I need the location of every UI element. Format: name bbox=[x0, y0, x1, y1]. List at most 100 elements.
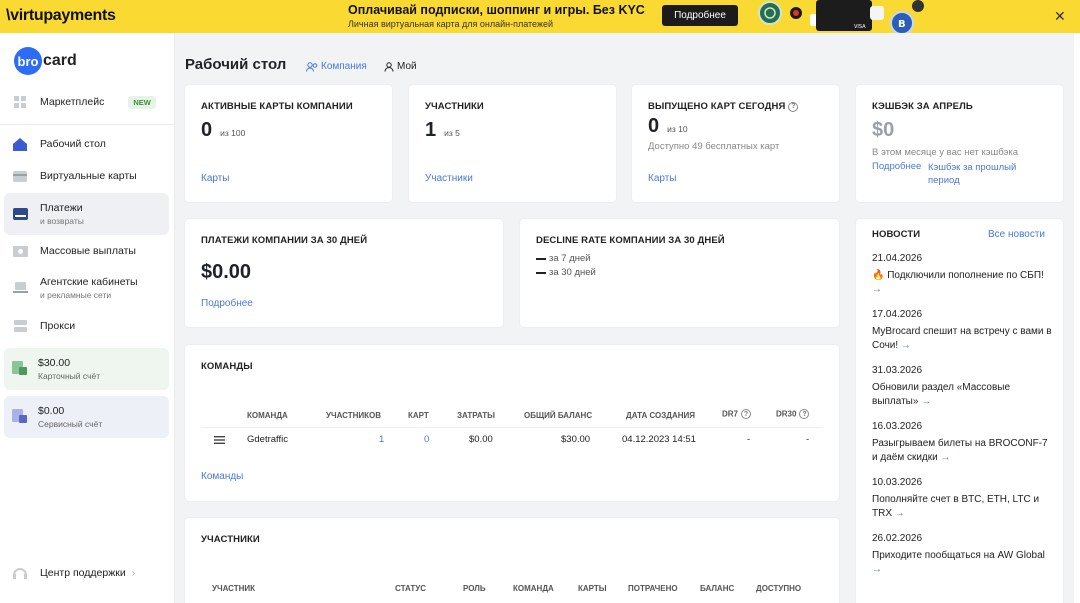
sidebar-item-mass-payouts[interactable]: Массовые выплаты bbox=[4, 237, 169, 265]
news-item[interactable]: 🔥 Подключили пополнение по СБП! → bbox=[872, 269, 1052, 297]
card-account[interactable]: $30.00 Карточный счёт bbox=[4, 348, 169, 390]
column-header-dr30: DR30? bbox=[776, 409, 810, 419]
server-icon bbox=[12, 319, 28, 333]
service-account-amount: $0.00 bbox=[38, 405, 65, 417]
column-header: СТАТУС bbox=[395, 584, 426, 593]
news-title: НОВОСТИ bbox=[872, 229, 921, 240]
news-item[interactable]: Разыгрываем билеты на BROCONF-7 и даём с… bbox=[872, 437, 1052, 465]
legend-30d: за 30 дней bbox=[536, 267, 596, 278]
news-item[interactable]: MyBrocard спешит на встречу с вами в Соч… bbox=[872, 325, 1052, 353]
column-header: ОБЩИЙ БАЛАНС bbox=[524, 411, 593, 420]
sidebar-item-label: Прокси bbox=[40, 320, 76, 332]
sidebar-item-payments[interactable]: Платежи и возвраты bbox=[4, 193, 169, 235]
promo-banner: \virtupayments Оплачивай подписки, шоппи… bbox=[0, 0, 1080, 33]
cashback-note: В этом месяце у вас нет кэшбэка bbox=[872, 147, 1019, 158]
wallet-icon bbox=[12, 207, 28, 221]
cards-link[interactable]: Карты bbox=[201, 173, 230, 184]
cards-link[interactable]: Карты bbox=[648, 173, 677, 184]
team-members[interactable]: 1 bbox=[379, 434, 384, 445]
card-title: УЧАСТНИКИ bbox=[201, 534, 260, 545]
logo-mark: bro bbox=[14, 47, 42, 75]
column-header-dr7: DR7? bbox=[722, 409, 752, 419]
card-title: КЭШБЭК ЗА АПРЕЛЬ bbox=[872, 101, 973, 112]
news-item[interactable]: Приходите пообщаться на AW Global → bbox=[872, 549, 1052, 577]
drag-handle-icon[interactable] bbox=[214, 435, 225, 447]
members-value: 1 из 5 bbox=[425, 119, 460, 141]
column-header: КОМАНДА bbox=[247, 411, 288, 420]
virtupayments-logo[interactable]: \virtupayments bbox=[6, 7, 116, 25]
news-date: 21.04.2026 bbox=[872, 253, 923, 264]
news-date: 16.03.2026 bbox=[872, 421, 923, 432]
team-cards[interactable]: 0 bbox=[424, 434, 429, 445]
logo-word: card bbox=[43, 52, 77, 69]
column-header: ЗАТРАТЫ bbox=[457, 411, 496, 420]
scrollbar[interactable] bbox=[1074, 33, 1080, 603]
sidebar-item-sublabel: и рекламные сети bbox=[40, 290, 112, 300]
arrow-right-icon[interactable]: → bbox=[941, 452, 951, 463]
teams-link[interactable]: Команды bbox=[201, 471, 243, 482]
cashback-more-link[interactable]: Подробнее bbox=[872, 161, 921, 172]
payments-more-link[interactable]: Подробнее bbox=[201, 298, 253, 309]
news-date: 31.03.2026 bbox=[872, 365, 923, 376]
sidebar-item-label: Платежи bbox=[40, 202, 83, 214]
card-title: АКТИВНЫЕ КАРТЫ КОМПАНИИ bbox=[201, 101, 353, 112]
arrow-right-icon[interactable]: → bbox=[921, 396, 931, 407]
sidebar-item-proxy[interactable]: Прокси bbox=[4, 312, 169, 340]
promo-text: Оплачивай подписки, шоппинг и игры. Без … bbox=[348, 3, 645, 29]
sidebar-divider bbox=[0, 124, 175, 125]
team-dr30: - bbox=[806, 434, 810, 445]
tab-mine[interactable]: Мой bbox=[384, 61, 417, 72]
column-header: ДОСТУПНО bbox=[756, 584, 802, 593]
home-icon bbox=[12, 137, 28, 151]
arrow-right-icon[interactable]: → bbox=[901, 340, 911, 351]
participants-card: УЧАСТНИКИ УЧАСТНИК СТАТУС РОЛЬ КОМАНДА К… bbox=[185, 518, 839, 603]
help-icon[interactable]: ? bbox=[799, 409, 810, 419]
service-account-label: Сервисный счёт bbox=[38, 419, 103, 429]
promo-more-button[interactable]: Подробнее bbox=[662, 5, 738, 26]
headset-icon bbox=[12, 566, 28, 580]
card-title: КОМАНДЫ bbox=[201, 361, 253, 372]
table-divider bbox=[201, 427, 823, 428]
team-created: 04.12.2023 14:51 bbox=[622, 434, 696, 445]
team-spend: $0.00 bbox=[469, 434, 493, 445]
card-title: ВЫПУЩЕНО КАРТ СЕГОДНЯ? bbox=[648, 101, 799, 112]
support-label: Центр поддержки bbox=[40, 567, 126, 579]
banner-close-icon[interactable]: ✕ bbox=[1054, 8, 1066, 25]
payments-value: $0.00 bbox=[201, 261, 252, 283]
card-account-label: Карточный счёт bbox=[38, 371, 101, 381]
legend-7d: за 7 дней bbox=[536, 253, 591, 264]
payments-30d-card: ПЛАТЕЖИ КОМПАНИИ ЗА 30 ДНЕЙ $0.00 Подроб… bbox=[185, 219, 503, 327]
arrow-right-icon[interactable]: → bbox=[895, 508, 905, 519]
users-icon bbox=[306, 61, 318, 72]
service-account[interactable]: $0.00 Сервисный счёт bbox=[4, 396, 169, 438]
tab-company[interactable]: Компания bbox=[306, 61, 367, 72]
cashback-card: КЭШБЭК ЗА АПРЕЛЬ $0 В этом месяце у вас … bbox=[856, 85, 1063, 202]
card-title: ПЛАТЕЖИ КОМПАНИИ ЗА 30 ДНЕЙ bbox=[201, 235, 368, 246]
arrow-right-icon[interactable]: → bbox=[872, 284, 882, 295]
all-news-link[interactable]: Все новости bbox=[988, 229, 1045, 240]
help-icon[interactable]: ? bbox=[788, 101, 799, 112]
column-header: УЧАСТНИКОВ bbox=[326, 411, 382, 420]
teams-card: КОМАНДЫ КОМАНДА УЧАСТНИКОВ КАРТ ЗАТРАТЫ … bbox=[185, 345, 839, 501]
svg-text:VISA: VISA bbox=[854, 24, 866, 30]
news-item[interactable]: Обновили раздел «Массовые выплаты» → bbox=[872, 381, 1052, 409]
news-item[interactable]: Пополняйте счет в BTC, ETH, LTC и TRX → bbox=[872, 493, 1052, 521]
sidebar-item-dashboard[interactable]: Рабочий стол bbox=[4, 130, 169, 158]
members-link[interactable]: Участники bbox=[425, 173, 473, 184]
sidebar-item-label: Маркетплейс bbox=[40, 96, 105, 108]
team-name[interactable]: Gdetraffic bbox=[247, 434, 288, 445]
legend-line-icon bbox=[536, 257, 546, 260]
help-icon[interactable]: ? bbox=[741, 409, 752, 419]
sidebar-item-marketplace[interactable]: Маркетплейс NEW bbox=[4, 88, 169, 116]
column-header: КОМАНДА bbox=[513, 584, 554, 593]
column-header: РОЛЬ bbox=[463, 584, 486, 593]
sidebar-item-virtual-cards[interactable]: Виртуальные карты bbox=[4, 162, 169, 190]
svg-text:B: B bbox=[898, 19, 906, 30]
brocard-logo[interactable]: bro card bbox=[14, 47, 77, 75]
promo-subline: Личная виртуальная карта для онлайн-плат… bbox=[348, 19, 553, 29]
cashback-previous-link[interactable]: Кэшбэк за прошлый период bbox=[928, 161, 1038, 187]
arrow-right-icon[interactable]: → bbox=[872, 564, 882, 575]
sidebar-item-agency[interactable]: Агентские кабинеты и рекламные сети bbox=[4, 269, 169, 307]
support-center-link[interactable]: Центр поддержки › bbox=[4, 562, 169, 584]
news-date: 17.04.2026 bbox=[872, 309, 923, 320]
